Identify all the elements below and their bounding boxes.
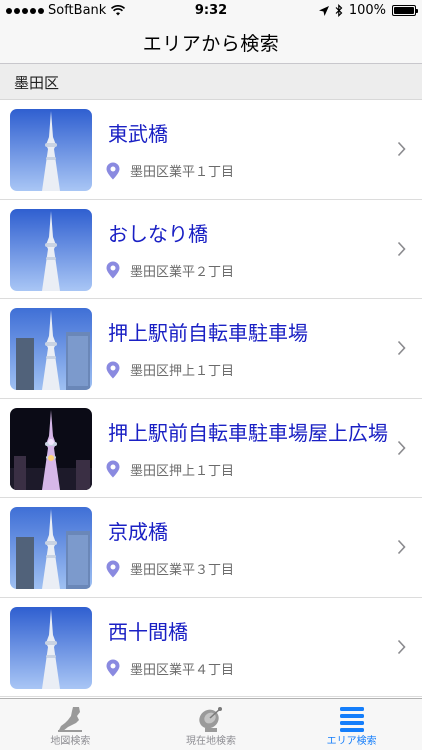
location-pin-icon bbox=[106, 659, 120, 677]
chevron-right-icon bbox=[397, 241, 406, 256]
map-icon bbox=[58, 707, 83, 732]
location-list[interactable]: 東武橋墨田区業平１丁目おしなり橋墨田区業平２丁目押上駅前自転車駐車場墨田区押上１… bbox=[0, 100, 422, 698]
section-title: 墨田区 bbox=[14, 74, 60, 92]
chevron-right-icon bbox=[397, 141, 406, 157]
chevron-right-icon bbox=[397, 340, 406, 356]
list-item[interactable]: 西十間橋墨田区業平４丁目 bbox=[0, 598, 422, 697]
battery-percent: 100% bbox=[348, 3, 386, 18]
section-header: 墨田区 bbox=[0, 64, 422, 100]
skytree-photo bbox=[10, 507, 92, 589]
item-address-row: 墨田区押上１丁目 bbox=[106, 360, 234, 379]
item-title: 西十間橋 bbox=[108, 619, 188, 644]
item-address: 墨田区押上１丁目 bbox=[130, 463, 235, 479]
tab-label: 現在地検索 bbox=[186, 736, 236, 747]
location-pin-icon bbox=[106, 261, 120, 279]
item-address: 墨田区押上１丁目 bbox=[130, 364, 235, 379]
item-address: 墨田区業平２丁目 bbox=[130, 264, 235, 280]
item-address-row: 墨田区業平１丁目 bbox=[106, 161, 234, 180]
chevron-right-icon bbox=[397, 539, 406, 555]
item-address: 墨田区業平１丁目 bbox=[130, 165, 235, 180]
tab-bar: 地図検索 現在地検索 エリア検索 bbox=[0, 698, 422, 750]
location-pin-icon bbox=[106, 162, 120, 179]
list-item[interactable]: 押上駅前自転車駐車場屋上広場墨田区押上１丁目 bbox=[0, 399, 422, 498]
skytree-photo bbox=[10, 308, 92, 390]
item-title: おしなり橋 bbox=[108, 221, 208, 246]
location-pin-icon bbox=[106, 361, 120, 378]
tab-area-search[interactable]: エリア検索 bbox=[281, 699, 422, 750]
status-bar: SoftBank 9:32 100% bbox=[0, 0, 422, 22]
item-title: 京成橋 bbox=[108, 520, 168, 544]
item-title: 東武橋 bbox=[108, 122, 168, 146]
navigation-bar: エリアから検索 bbox=[0, 22, 422, 64]
item-address-row: 墨田区押上１丁目 bbox=[106, 460, 234, 479]
tab-current-location-search[interactable]: 現在地検索 bbox=[141, 699, 282, 750]
thumbnail bbox=[10, 109, 92, 191]
list-item[interactable]: 押上駅前自転車駐車場墨田区押上１丁目 bbox=[0, 299, 422, 399]
thumbnail bbox=[10, 507, 92, 589]
thumbnail bbox=[10, 208, 92, 291]
tab-map-search[interactable]: 地図検索 bbox=[0, 699, 141, 750]
tab-label: エリア検索 bbox=[326, 736, 377, 747]
item-address-row: 墨田区業平３丁目 bbox=[106, 559, 234, 578]
chevron-right-icon bbox=[397, 440, 406, 455]
location-arrow-icon bbox=[318, 5, 329, 16]
thumbnail bbox=[10, 308, 92, 390]
skytree-photo bbox=[10, 208, 92, 291]
thumbnail bbox=[10, 606, 92, 689]
skytree-photo bbox=[10, 606, 92, 689]
item-address-row: 墨田区業平４丁目 bbox=[106, 659, 234, 678]
item-title: 押上駅前自転車駐車場屋上広場 bbox=[108, 420, 388, 445]
tab-label: 地図検索 bbox=[50, 736, 91, 747]
bluetooth-icon bbox=[335, 4, 343, 17]
skytree-photo bbox=[10, 109, 92, 191]
item-title: 押上駅前自転車駐車場 bbox=[108, 321, 308, 345]
list-item[interactable]: 京成橋墨田区業平３丁目 bbox=[0, 498, 422, 598]
list-item[interactable]: おしなり橋墨田区業平２丁目 bbox=[0, 200, 422, 299]
satellite-dish-icon bbox=[199, 707, 222, 732]
list-icon bbox=[339, 707, 364, 732]
chevron-right-icon bbox=[397, 639, 406, 654]
battery-icon bbox=[392, 5, 418, 16]
item-address-row: 墨田区業平２丁目 bbox=[106, 261, 234, 280]
location-pin-icon bbox=[106, 560, 120, 577]
page-title: エリアから検索 bbox=[142, 33, 280, 55]
item-address: 墨田区業平３丁目 bbox=[130, 563, 235, 578]
item-address: 墨田区業平４丁目 bbox=[130, 662, 235, 678]
location-pin-icon bbox=[106, 460, 120, 478]
skytree-photo bbox=[10, 407, 92, 490]
thumbnail bbox=[10, 407, 92, 490]
status-right: 100% bbox=[318, 3, 418, 18]
list-item[interactable]: 東武橋墨田区業平１丁目 bbox=[0, 100, 422, 200]
